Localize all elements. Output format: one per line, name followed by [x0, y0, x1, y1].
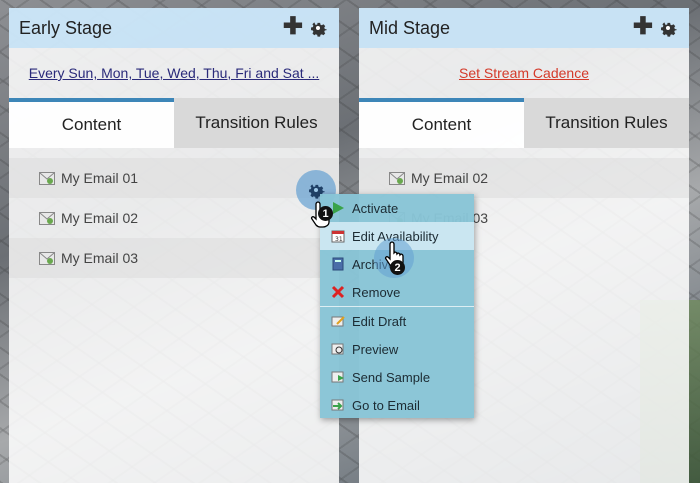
menu-item-go-to-email[interactable]: Go to Email [320, 391, 474, 419]
tab-transition-rules[interactable]: Transition Rules [174, 98, 339, 148]
mid-stage-header: Mid Stage ✚ [359, 8, 689, 48]
send-sample-icon [330, 369, 346, 385]
go-to-email-icon [330, 397, 346, 413]
menu-item-preview[interactable]: Preview [320, 335, 474, 363]
email-icon [39, 211, 55, 225]
email-name: My Email 02 [411, 170, 489, 186]
email-icon [39, 171, 55, 185]
early-stage-title: Early Stage [19, 17, 113, 38]
preview-icon [330, 341, 346, 357]
tab-transition-rules[interactable]: Transition Rules [524, 98, 689, 148]
email-name: My Email 03 [61, 250, 139, 266]
list-item[interactable]: My Email 02 [359, 158, 689, 198]
mid-stage-tabs: Content Transition Rules [359, 98, 689, 148]
cadence-link[interactable]: Every Sun, Mon, Tue, Wed, Thu, Fri and S… [29, 65, 320, 81]
email-name: My Email 02 [61, 210, 139, 226]
tab-content[interactable]: Content [9, 98, 174, 148]
archive-icon [330, 256, 346, 272]
menu-item-remove[interactable]: Remove [320, 278, 474, 306]
remove-icon [330, 284, 346, 300]
early-stage-panel: Early Stage ✚ Every Sun, Mon, Tue, Wed, … [9, 8, 339, 483]
hand-cursor-icon: 2 [384, 240, 408, 275]
gear-icon[interactable] [307, 17, 329, 39]
step-number-2: 2 [390, 260, 405, 275]
hand-cursor-icon: 1 [310, 200, 334, 233]
menu-item-send-sample[interactable]: Send Sample [320, 363, 474, 391]
email-icon [39, 251, 55, 265]
mid-stage-title: Mid Stage [369, 17, 451, 38]
svg-text:31: 31 [335, 236, 343, 243]
list-item[interactable]: My Email 03 [9, 238, 339, 278]
email-icon [389, 171, 405, 185]
set-stream-cadence-link[interactable]: Set Stream Cadence [459, 65, 589, 81]
email-name: My Email 01 [61, 170, 139, 186]
edit-draft-icon [330, 313, 346, 329]
tab-content[interactable]: Content [359, 98, 524, 148]
add-icon[interactable]: ✚ [283, 15, 303, 39]
context-menu: Activate 31 Edit Availability Archive Re… [320, 194, 474, 418]
step-number-1: 1 [318, 206, 333, 221]
add-icon[interactable]: ✚ [633, 15, 653, 39]
gear-icon[interactable] [657, 17, 679, 39]
early-stage-tabs: Content Transition Rules [9, 98, 339, 148]
menu-item-activate[interactable]: Activate [320, 194, 474, 222]
list-item[interactable]: My Email 01 [9, 158, 339, 198]
menu-item-edit-draft[interactable]: Edit Draft [320, 307, 474, 335]
list-item[interactable]: My Email 02 [9, 198, 339, 238]
early-stage-email-list: My Email 01 My Email 02 My Email 03 [9, 148, 339, 278]
early-stage-header: Early Stage ✚ [9, 8, 339, 48]
